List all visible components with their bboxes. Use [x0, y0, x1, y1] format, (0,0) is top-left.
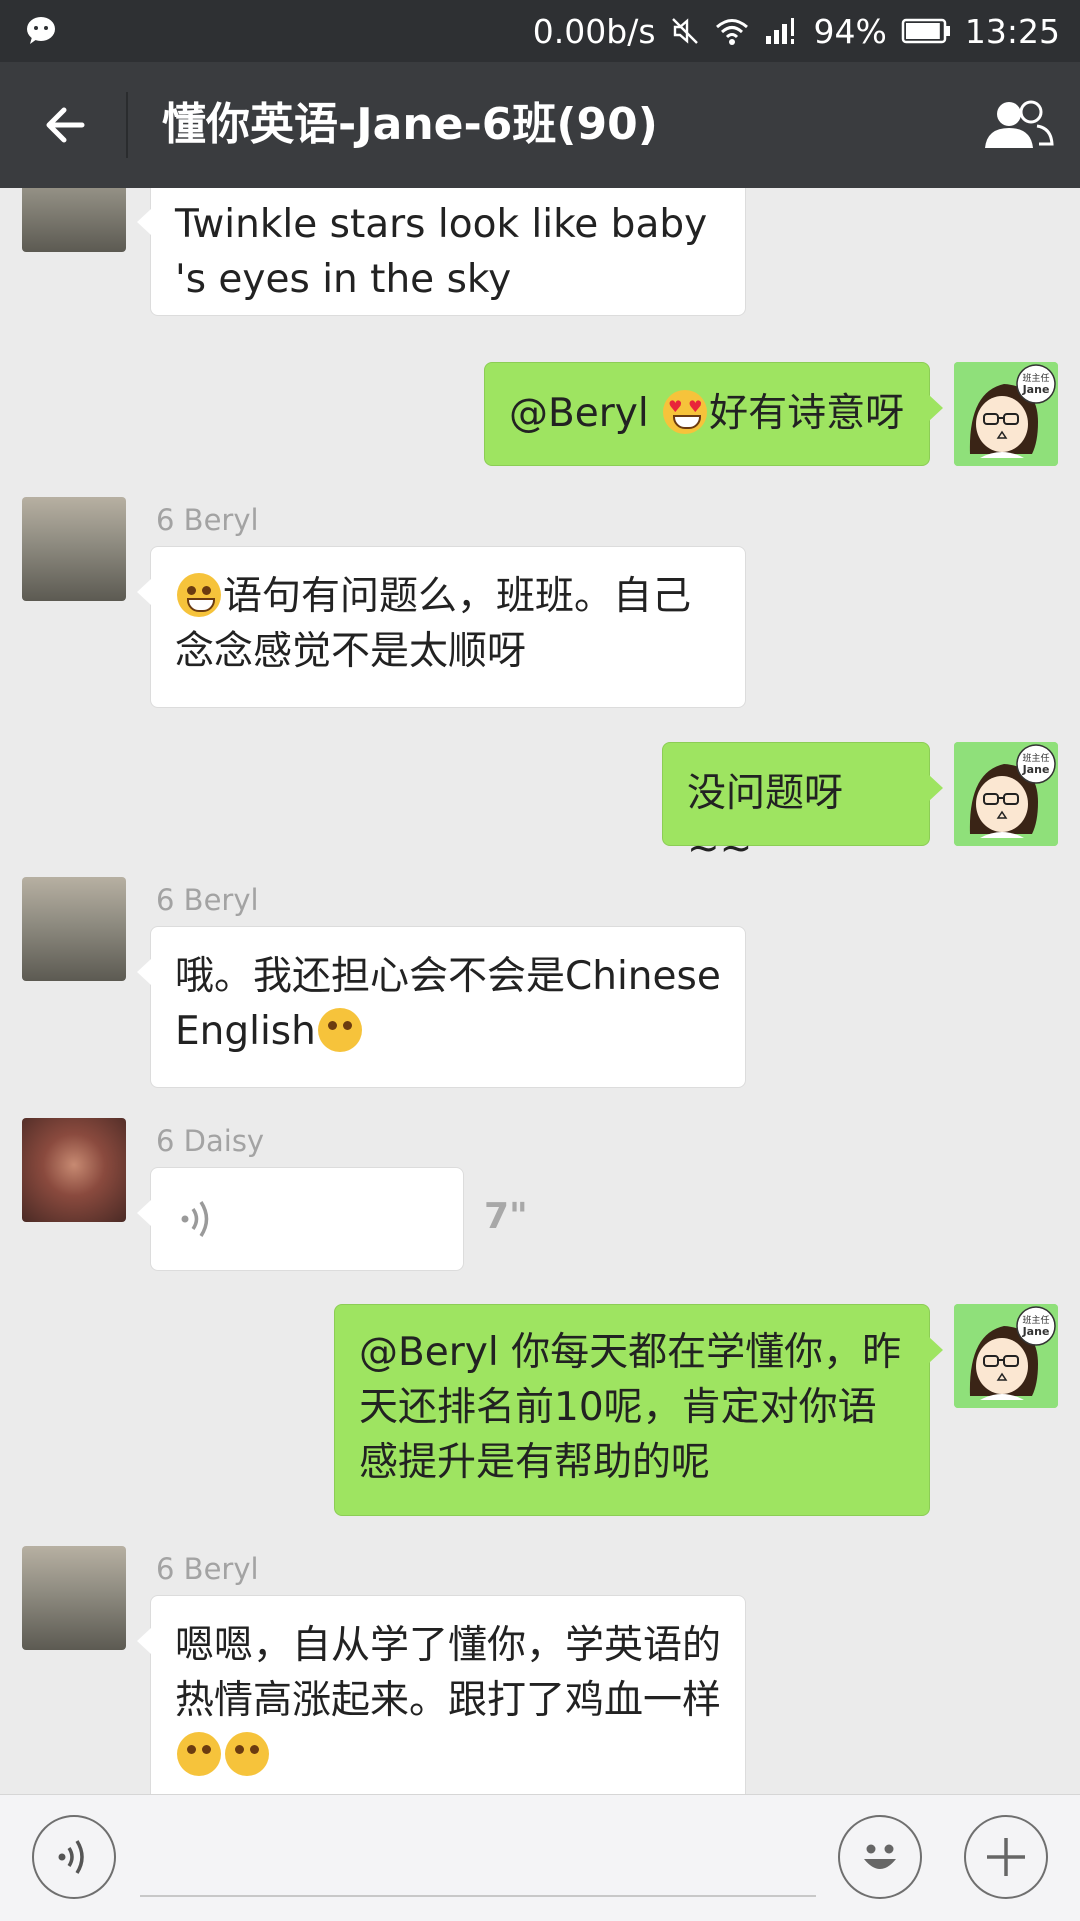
thinking-emoji: [317, 1008, 362, 1052]
status-bar: 0.00b/s 94% 13:25: [0, 0, 1080, 62]
wifi-icon: [715, 19, 748, 45]
message-text: 好有诗意呀: [709, 391, 905, 436]
voice-input-icon: [58, 1840, 84, 1874]
sender-name: 6 Beryl: [156, 503, 259, 537]
message-text: @Beryl 你每天都在学懂你，昨天还排名前10呢，肯定对你语感提升是有帮助的呢: [359, 1330, 902, 1485]
thinking-emoji: [225, 1732, 269, 1776]
avatar-jane[interactable]: 班主任 Jane: [954, 742, 1058, 846]
avatar[interactable]: [22, 1546, 126, 1650]
network-speed: 0.00b/s: [532, 11, 656, 51]
signal-icon: [765, 18, 794, 44]
badge-name: Jane: [1022, 1325, 1050, 1338]
incoming-message-bubble[interactable]: 哦。我还担心会不会是Chinese English: [137, 926, 746, 1088]
battery-icon: [901, 18, 950, 44]
more-button[interactable]: [964, 1815, 1048, 1899]
badge-name: Jane: [1022, 383, 1050, 396]
mute-icon: [671, 18, 698, 44]
group-members-icon: [985, 100, 1054, 148]
avatar[interactable]: [22, 877, 126, 981]
outgoing-message-bubble[interactable]: @Beryl 你每天都在学懂你，昨天还排名前10呢，肯定对你语感提升是有帮助的呢: [334, 1304, 943, 1516]
back-button[interactable]: [30, 90, 100, 160]
voice-duration: 7": [484, 1196, 528, 1237]
thinking-emoji: [177, 1732, 221, 1776]
incoming-message-bubble[interactable]: 嗯嗯，自从学了懂你，学英语的热情高涨起来。跟打了鸡血一样: [137, 1595, 746, 1794]
back-arrow-icon: [46, 107, 85, 143]
incoming-message-bubble[interactable]: 语句有问题么，班班。自己念念感觉不是太顺呀: [137, 546, 746, 708]
message-text: 语句有问题么，班班。自己念念感觉不是太顺呀: [175, 574, 692, 674]
avatar-jane[interactable]: 班主任 Jane: [954, 362, 1058, 466]
message-text: 嗯嗯，自从学了懂你，学英语的热情高涨起来。跟打了鸡血一样: [175, 1623, 722, 1723]
input-bar: [0, 1794, 1080, 1921]
message-text: 没问题呀~~: [687, 771, 844, 871]
chat-title: 懂你英语-Jane-6班(90): [162, 99, 658, 150]
sender-name: 6 Beryl: [156, 883, 259, 917]
message-input[interactable]: [140, 1895, 816, 1897]
jane-cartoon-avatar: 班主任 Jane: [954, 742, 1058, 846]
group-members-button[interactable]: [980, 92, 1056, 158]
title-bar: 懂你英语-Jane-6班(90): [0, 62, 1080, 188]
grin-emoji: [177, 573, 221, 617]
battery-percent: 94%: [813, 11, 887, 51]
jane-cartoon-avatar: 班主任 Jane: [954, 1304, 1058, 1408]
heart-eyes-emoji: ♥ ♥: [663, 390, 708, 434]
clock: 13:25: [964, 11, 1060, 51]
voice-input-button[interactable]: [32, 1815, 116, 1899]
chat-area[interactable]: Twinkle stars look like baby 's eyes in …: [0, 188, 1080, 1794]
avatar-jane[interactable]: 班主任 Jane: [954, 1304, 1058, 1408]
emoji-icon: [864, 1844, 896, 1869]
avatar[interactable]: [22, 188, 126, 252]
jane-cartoon-avatar: 班主任 Jane: [954, 362, 1058, 466]
title-divider: [126, 92, 128, 158]
wechat-icon: [27, 17, 55, 44]
badge-name: Jane: [1022, 763, 1050, 776]
mention-text: @Beryl: [509, 391, 662, 436]
plus-icon: [987, 1838, 1025, 1876]
message-text: 哦。我还担心会不会是Chinese English: [175, 954, 721, 1054]
sender-name: 6 Daisy: [156, 1124, 265, 1158]
avatar[interactable]: [22, 1118, 126, 1222]
voice-wave-icon: [181, 1201, 209, 1237]
emoji-button[interactable]: [838, 1815, 922, 1899]
message-text: Twinkle stars look like baby 's eyes in …: [175, 202, 708, 302]
outgoing-message-bubble[interactable]: @Beryl ♥ ♥ 好有诗意呀: [484, 362, 943, 466]
outgoing-message-bubble[interactable]: 没问题呀~~: [662, 742, 943, 871]
incoming-message-bubble[interactable]: Twinkle stars look like baby 's eyes in …: [137, 188, 746, 316]
voice-message-bubble[interactable]: [137, 1167, 464, 1271]
sender-name: 6 Beryl: [156, 1552, 259, 1586]
avatar[interactable]: [22, 497, 126, 601]
